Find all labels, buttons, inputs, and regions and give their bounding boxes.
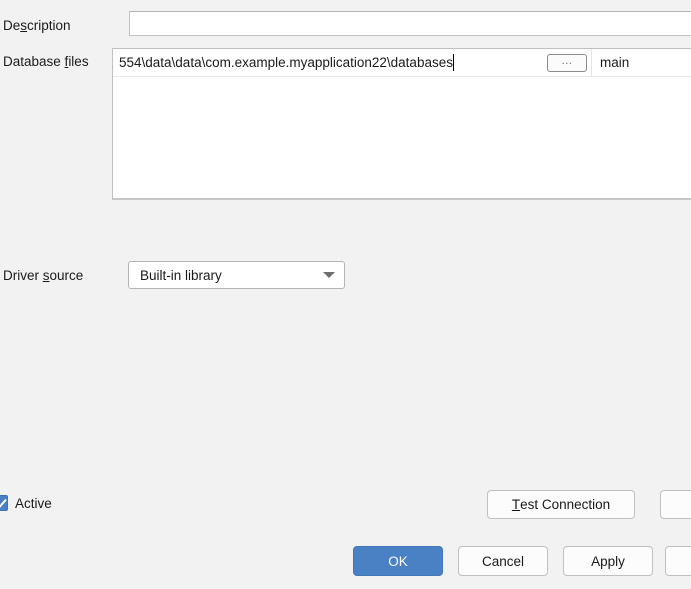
description-label-mnemonic: s (20, 18, 28, 33)
apply-button[interactable]: Apply (563, 546, 653, 576)
ok-button-label: OK (388, 553, 408, 569)
database-files-label: Database files (3, 54, 89, 70)
database-file-name-cell[interactable]: main (591, 49, 691, 76)
database-file-path-cell[interactable]: 554\data\data\com.example.myapplication2… (113, 49, 545, 76)
browse-file-button[interactable]: ... (547, 53, 587, 72)
driver-source-label-mnemonic: s (42, 268, 50, 283)
apply-button-label: Apply (591, 553, 625, 569)
description-label-post: cription (27, 18, 71, 33)
database-files-table[interactable]: 554\data\data\com.example.myapplication2… (112, 48, 691, 200)
text-caret (452, 54, 455, 71)
test-connection-label-post: est Connection (520, 497, 611, 512)
chevron-down-icon[interactable] (314, 272, 344, 278)
description-label-pre: De (3, 18, 21, 33)
database-files-label-post: iles (68, 54, 89, 69)
test-connection-label-mnemonic: T (511, 497, 521, 512)
active-checkbox[interactable] (0, 495, 8, 511)
table-row[interactable]: 554\data\data\com.example.myapplication2… (113, 49, 691, 77)
database-file-path-value: 554\data\data\com.example.myapplication2… (119, 54, 453, 70)
description-input[interactable] (129, 11, 691, 36)
ok-button[interactable]: OK (353, 546, 443, 576)
cancel-button[interactable]: Cancel (458, 546, 548, 576)
checkmark-icon (0, 499, 7, 508)
database-files-label-pre: Database (3, 54, 65, 69)
test-row-extra-button[interactable] (660, 490, 691, 519)
driver-source-dropdown[interactable]: Built-in library (128, 261, 345, 289)
active-checkbox-label: Active (15, 495, 52, 511)
ellipsis-icon: ... (561, 55, 573, 67)
driver-source-label-post: ource (49, 268, 84, 283)
driver-source-selected-value: Built-in library (140, 267, 222, 283)
description-label: Description (3, 18, 71, 34)
driver-source-label: Driver source (3, 268, 83, 284)
footer-extra-button[interactable] (665, 546, 691, 576)
test-connection-button[interactable]: Test Connection (487, 490, 635, 519)
table-empty-area[interactable] (113, 77, 691, 198)
driver-source-label-pre: Driver (3, 268, 43, 283)
active-checkbox-row[interactable]: Active (0, 493, 52, 513)
cancel-button-label: Cancel (481, 553, 525, 569)
database-file-name-value: main (600, 55, 630, 70)
